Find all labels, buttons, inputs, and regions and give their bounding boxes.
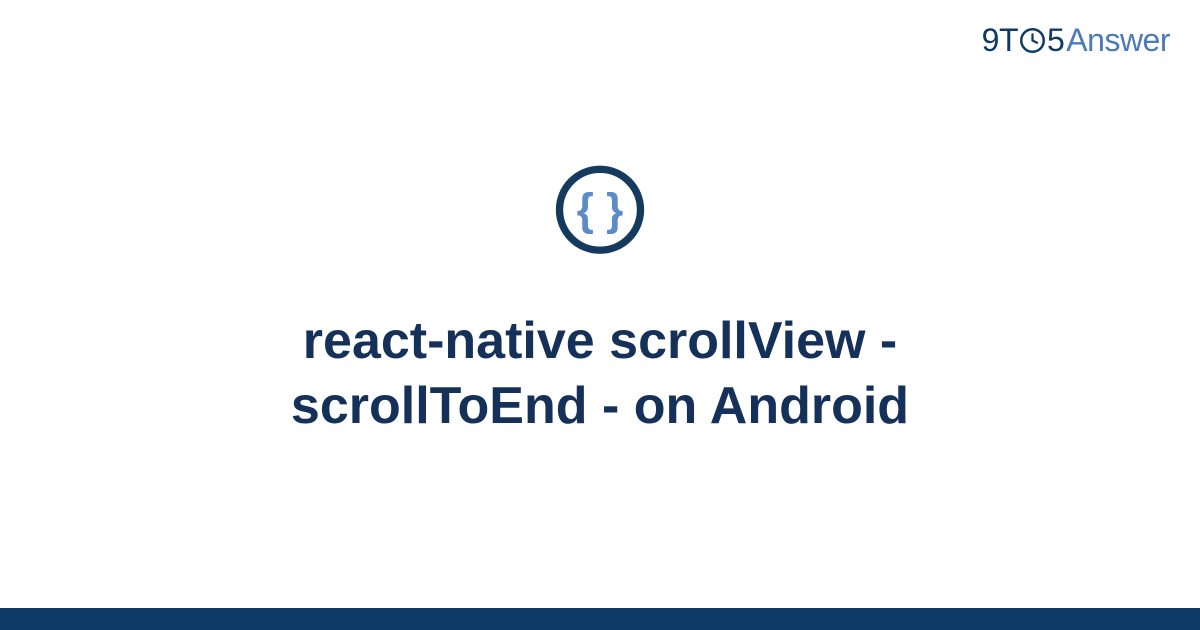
site-logo[interactable]: 9T 5 Answer bbox=[982, 22, 1170, 59]
footer-bar bbox=[0, 608, 1200, 630]
main-content: { } react-native scrollView - scrollToEn… bbox=[0, 164, 1200, 439]
svg-text:{ }: { } bbox=[577, 185, 624, 234]
page-title: react-native scrollView - scrollToEnd - … bbox=[150, 309, 1050, 439]
clock-icon bbox=[1019, 27, 1046, 54]
logo-text-answer: Answer bbox=[1066, 22, 1170, 59]
logo-text-5: 5 bbox=[1047, 22, 1064, 59]
logo-text-9t: 9T bbox=[982, 22, 1018, 59]
braces-icon: { } bbox=[554, 164, 646, 261]
